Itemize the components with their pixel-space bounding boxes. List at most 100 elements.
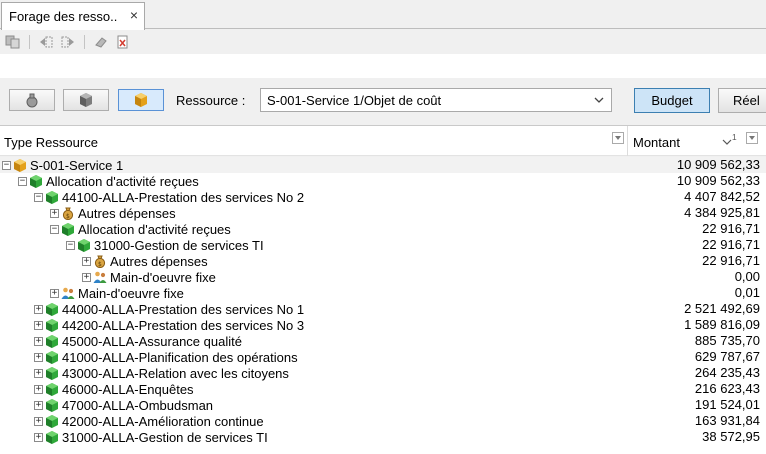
tree-row-amount: 22 916,71 xyxy=(702,221,760,236)
expand-icon[interactable]: + xyxy=(34,400,43,410)
close-icon[interactable]: × xyxy=(130,8,138,22)
tree-row[interactable]: + $ Autres dépenses 4 384 925,81 xyxy=(0,205,766,221)
tree-row-name: +47000-ALLA-Ombudsman xyxy=(34,397,213,413)
tree-row-label: 44100-ALLA-Prestation des services No 2 xyxy=(62,189,305,205)
tree-row[interactable]: − Allocation d'activité reçues 22 916,71 xyxy=(0,221,766,237)
move-left-icon[interactable] xyxy=(36,33,56,51)
filter-icon[interactable] xyxy=(746,132,758,147)
svg-text:$: $ xyxy=(66,213,70,220)
chevron-down-icon[interactable] xyxy=(592,93,606,110)
tree-row[interactable]: +45000-ALLA-Assurance qualité 885 735,70 xyxy=(0,333,766,349)
column-label-type: Type Ressource xyxy=(4,135,98,150)
tree-row-name: + Main-d'oeuvre fixe xyxy=(82,269,216,285)
money-bag-button[interactable] xyxy=(9,89,55,111)
expand-icon[interactable]: + xyxy=(34,336,43,346)
tree-row-name: + Main-d'oeuvre fixe xyxy=(50,285,184,301)
cube-icon xyxy=(135,93,147,107)
tree-row-label: 31000-Gestion de services TI xyxy=(94,237,264,253)
green-cube-icon xyxy=(29,174,43,188)
collapse-icon[interactable]: − xyxy=(34,192,43,202)
tree-row[interactable]: + Main-d'oeuvre fixe 0,00 xyxy=(0,269,766,285)
resource-tree: − S-001-Service 1 10 909 562,33− Allocation… xyxy=(0,157,766,454)
expand-icon[interactable]: + xyxy=(50,288,59,298)
tree-row[interactable]: +43000-ALLA-Relation avec les citoyens 26… xyxy=(0,365,766,381)
green-cube-icon xyxy=(45,430,59,444)
tree-row[interactable]: + Main-d'oeuvre fixe 0,01 xyxy=(0,285,766,301)
sort-down-icon xyxy=(722,139,732,145)
resource-select[interactable]: S-001-Service 1/Objet de coût xyxy=(260,88,612,112)
tree-row-name: − Allocation d'activité reçues xyxy=(50,221,231,237)
tree-row[interactable]: +42000-ALLA-Amélioration continue 163 931… xyxy=(0,413,766,429)
copy-icon[interactable] xyxy=(3,33,23,51)
resource-cube-button[interactable] xyxy=(63,89,109,111)
expand-icon[interactable]: + xyxy=(82,272,91,282)
expand-icon[interactable]: + xyxy=(34,368,43,378)
people-icon xyxy=(93,270,107,284)
expand-icon[interactable]: + xyxy=(50,208,59,218)
export-icon[interactable] xyxy=(113,33,133,51)
tree-row-label: 46000-ALLA-Enquêtes xyxy=(62,381,194,397)
tree-row-name: − 44100-ALLA-Prestation des services No 2 xyxy=(34,189,304,205)
tree-row-name: +42000-ALLA-Amélioration continue xyxy=(34,413,264,429)
expand-icon[interactable]: + xyxy=(34,432,43,442)
green-cube-icon xyxy=(77,238,91,252)
expand-icon[interactable]: + xyxy=(82,256,91,266)
tree-row[interactable]: +44200-ALLA-Prestation des services No 3… xyxy=(0,317,766,333)
tree-row[interactable]: +44000-ALLA-Prestation des services No 1… xyxy=(0,301,766,317)
collapse-icon[interactable]: − xyxy=(50,224,59,234)
eraser-icon[interactable] xyxy=(91,33,111,51)
tab-label: Forage des resso.. xyxy=(9,9,118,24)
expand-icon[interactable]: + xyxy=(34,352,43,362)
tree-row[interactable]: − 44100-ALLA-Prestation des services No 2… xyxy=(0,189,766,205)
tree-row-amount: 629 787,67 xyxy=(694,349,760,364)
tree-row-amount: 10 909 562,33 xyxy=(676,173,760,188)
tree-row[interactable]: +31000-ALLA-Gestion de services TI 38 572… xyxy=(0,429,766,445)
tree-row-label: 43000-ALLA-Relation avec les citoyens xyxy=(62,365,289,381)
cost-object-button[interactable] xyxy=(118,89,164,111)
tree-row[interactable]: +46000-ALLA-Enquêtes 216 623,43 xyxy=(0,381,766,397)
tree-row-name: − S-001-Service 1 xyxy=(2,157,123,173)
tree-row[interactable]: +41000-ALLA-Planification des opérations… xyxy=(0,349,766,365)
collapse-icon[interactable]: − xyxy=(18,176,27,186)
move-right-icon[interactable] xyxy=(58,33,78,51)
tree-row-label: 44000-ALLA-Prestation des services No 1 xyxy=(62,301,305,317)
tree-row[interactable]: − Allocation d'activité reçues 10 909 562,… xyxy=(0,173,766,189)
expand-icon[interactable]: + xyxy=(34,304,43,314)
expand-icon[interactable]: + xyxy=(34,384,43,394)
green-cube-icon xyxy=(45,350,59,364)
tree-row-amount: 264 235,43 xyxy=(694,365,760,380)
tree-row[interactable]: + $ Autres dépenses 22 916,71 xyxy=(0,253,766,269)
tree-row-amount: 10 909 562,33 xyxy=(676,157,760,172)
tree-row-amount: 0,01 xyxy=(734,285,760,300)
tree-row-label: 31000-ALLA-Gestion de services TI xyxy=(62,429,268,445)
sort-order: 1 xyxy=(732,132,737,142)
money-bag-icon xyxy=(26,93,38,108)
cube-icon xyxy=(80,93,92,107)
budget-button[interactable]: Budget xyxy=(634,88,710,113)
collapse-icon[interactable]: − xyxy=(66,240,75,250)
reel-button[interactable]: Réel xyxy=(718,88,766,113)
tree-row-name: +41000-ALLA-Planification des opérations xyxy=(34,349,298,365)
column-header-montant[interactable]: Montant 1 xyxy=(628,126,766,156)
svg-text:$: $ xyxy=(98,261,102,268)
tree-row-name: +31000-ALLA-Gestion de services TI xyxy=(34,429,268,445)
tree-row-amount: 1 589 816,09 xyxy=(684,317,760,332)
collapse-icon[interactable]: − xyxy=(2,160,11,170)
tree-row[interactable]: − S-001-Service 1 10 909 562,33 xyxy=(0,157,766,173)
column-header-type[interactable]: Type Ressource xyxy=(0,126,628,156)
grid-header: Type Ressource Montant 1 xyxy=(0,125,766,156)
tree-row-amount: 885 735,70 xyxy=(694,333,760,348)
tab-forage[interactable]: Forage des resso.. × xyxy=(1,2,145,30)
tree-row[interactable]: +47000-ALLA-Ombudsman 191 524,01 xyxy=(0,397,766,413)
resource-select-value: S-001-Service 1/Objet de coût xyxy=(267,92,442,108)
toolbar-separator xyxy=(29,35,30,49)
tree-row[interactable]: − 31000-Gestion de services TI 22 916,71 xyxy=(0,237,766,253)
tree-row-amount: 22 916,71 xyxy=(702,253,760,268)
green-cube-icon xyxy=(45,302,59,316)
expand-icon[interactable]: + xyxy=(34,416,43,426)
tree-row-name: − 31000-Gestion de services TI xyxy=(66,237,264,253)
tree-row-label: Main-d'oeuvre fixe xyxy=(110,269,216,285)
cube-icon xyxy=(13,158,27,172)
filter-icon[interactable] xyxy=(612,132,624,147)
expand-icon[interactable]: + xyxy=(34,320,43,330)
